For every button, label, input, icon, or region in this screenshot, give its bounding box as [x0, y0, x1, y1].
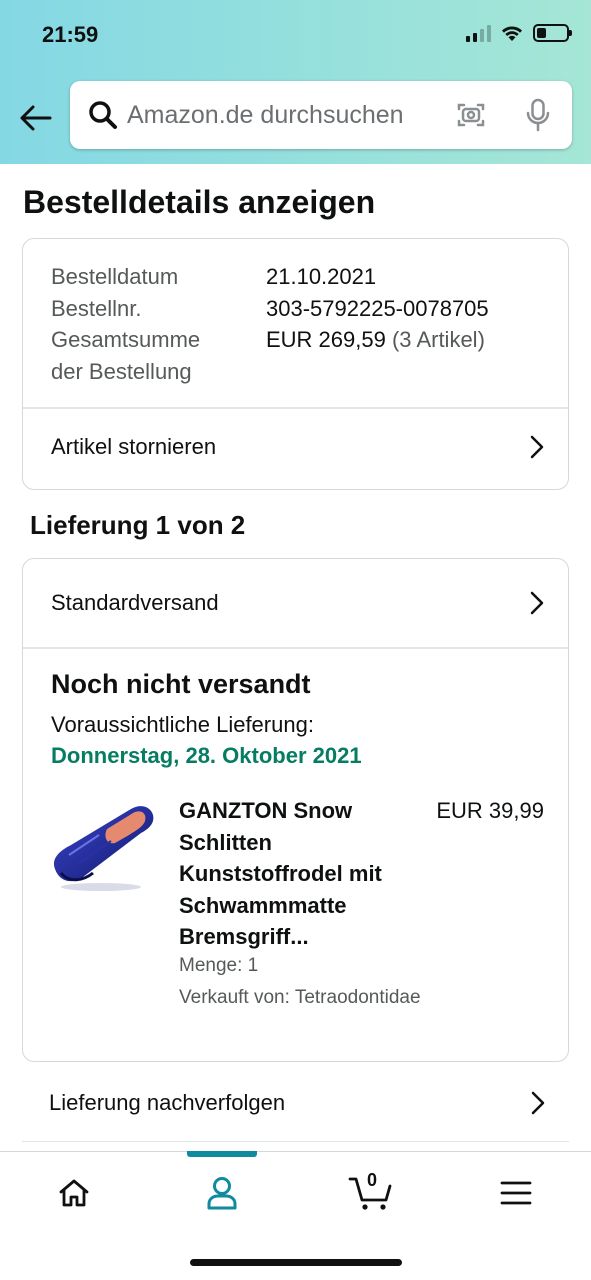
product-title-line: Schwammmatte [179, 892, 347, 918]
product-seller: Verkauft von: Tetraodontidae [179, 987, 421, 1008]
product-title-line: Kunststoffrodel mit [179, 861, 382, 886]
search-bar[interactable] [70, 81, 572, 149]
track-delivery-label: Lieferung nachverfolgen [49, 1089, 286, 1115]
signal-icon [466, 24, 491, 42]
home-indicator [190, 1259, 402, 1266]
battery-icon [533, 24, 572, 42]
product-title-link[interactable]: GANZTON Snow Schlitten Kunststoffrodel m… [179, 795, 409, 953]
status-time: 21:59 [42, 22, 99, 47]
chevron-right-icon [527, 1090, 549, 1116]
back-button[interactable] [16, 98, 56, 138]
menu-icon [500, 1181, 532, 1205]
page-title: Bestelldetails anzeigen [23, 184, 376, 220]
nav-menu[interactable] [479, 1166, 553, 1220]
back-arrow-icon [20, 105, 52, 131]
cancel-items-label: Artikel stornieren [51, 434, 217, 459]
search-input[interactable] [127, 100, 427, 130]
divider [23, 647, 568, 649]
track-delivery-row[interactable]: Lieferung nachverfolgen [22, 1064, 569, 1142]
eta-label: Voraussichtliche Lieferung: [51, 712, 314, 737]
search-icon[interactable] [83, 95, 123, 135]
product-price: EUR 39,99 [436, 798, 544, 823]
nav-home[interactable] [37, 1166, 111, 1220]
product-title-line: Schlitten [179, 829, 272, 855]
order-total-label-line1: Gesamtsumme [51, 327, 201, 352]
order-total-items: (3 Artikel) [391, 327, 485, 352]
order-number-label: Bestellnr. [51, 295, 142, 321]
eta-date: Donnerstag, 28. Oktober 2021 [51, 743, 362, 768]
delivery-card: Standardversand Noch nicht versandt Vora… [22, 558, 569, 1062]
order-summary-card: Bestelldatum 21.10.2021 Bestellnr. 303-5… [22, 238, 569, 490]
nav-cart[interactable]: 0 [334, 1166, 408, 1220]
order-summary: Bestelldatum 21.10.2021 Bestellnr. 303-5… [51, 261, 489, 387]
order-total-label-line2: der Bestellung [51, 358, 192, 384]
account-icon [207, 1177, 237, 1210]
chevron-right-icon [526, 590, 548, 616]
product-title-line: Bremsgriff... [179, 924, 309, 949]
product-quantity: Menge: 1 [179, 955, 259, 976]
microphone-icon[interactable] [522, 96, 554, 134]
order-total-value: EUR 269,59 [266, 327, 386, 352]
order-number-value: 303-5792225-0078705 [266, 295, 489, 321]
order-date-label: Bestelldatum [51, 264, 179, 289]
home-icon [59, 1179, 89, 1207]
order-date-value: 21.10.2021 [266, 264, 377, 289]
delivery-section-title: Lieferung 1 von 2 [30, 510, 246, 540]
shipment-status: Noch nicht versandt [51, 669, 311, 699]
nav-account[interactable] [185, 1166, 259, 1220]
product-title-line: GANZTON Snow [179, 798, 353, 823]
chevron-right-icon [526, 434, 548, 460]
cancel-items-row[interactable]: Artikel stornieren [23, 407, 568, 487]
status-icons [466, 24, 572, 42]
active-tab-indicator [187, 1151, 257, 1157]
wifi-icon [502, 25, 522, 41]
cart-count-badge: 0 [366, 1170, 377, 1190]
header: 21:59 [0, 0, 591, 164]
shipping-method-row[interactable]: Standardversand [23, 559, 568, 647]
shipping-method-label: Standardversand [51, 590, 219, 615]
product-image[interactable] [49, 799, 159, 899]
camera-icon[interactable] [454, 98, 488, 132]
